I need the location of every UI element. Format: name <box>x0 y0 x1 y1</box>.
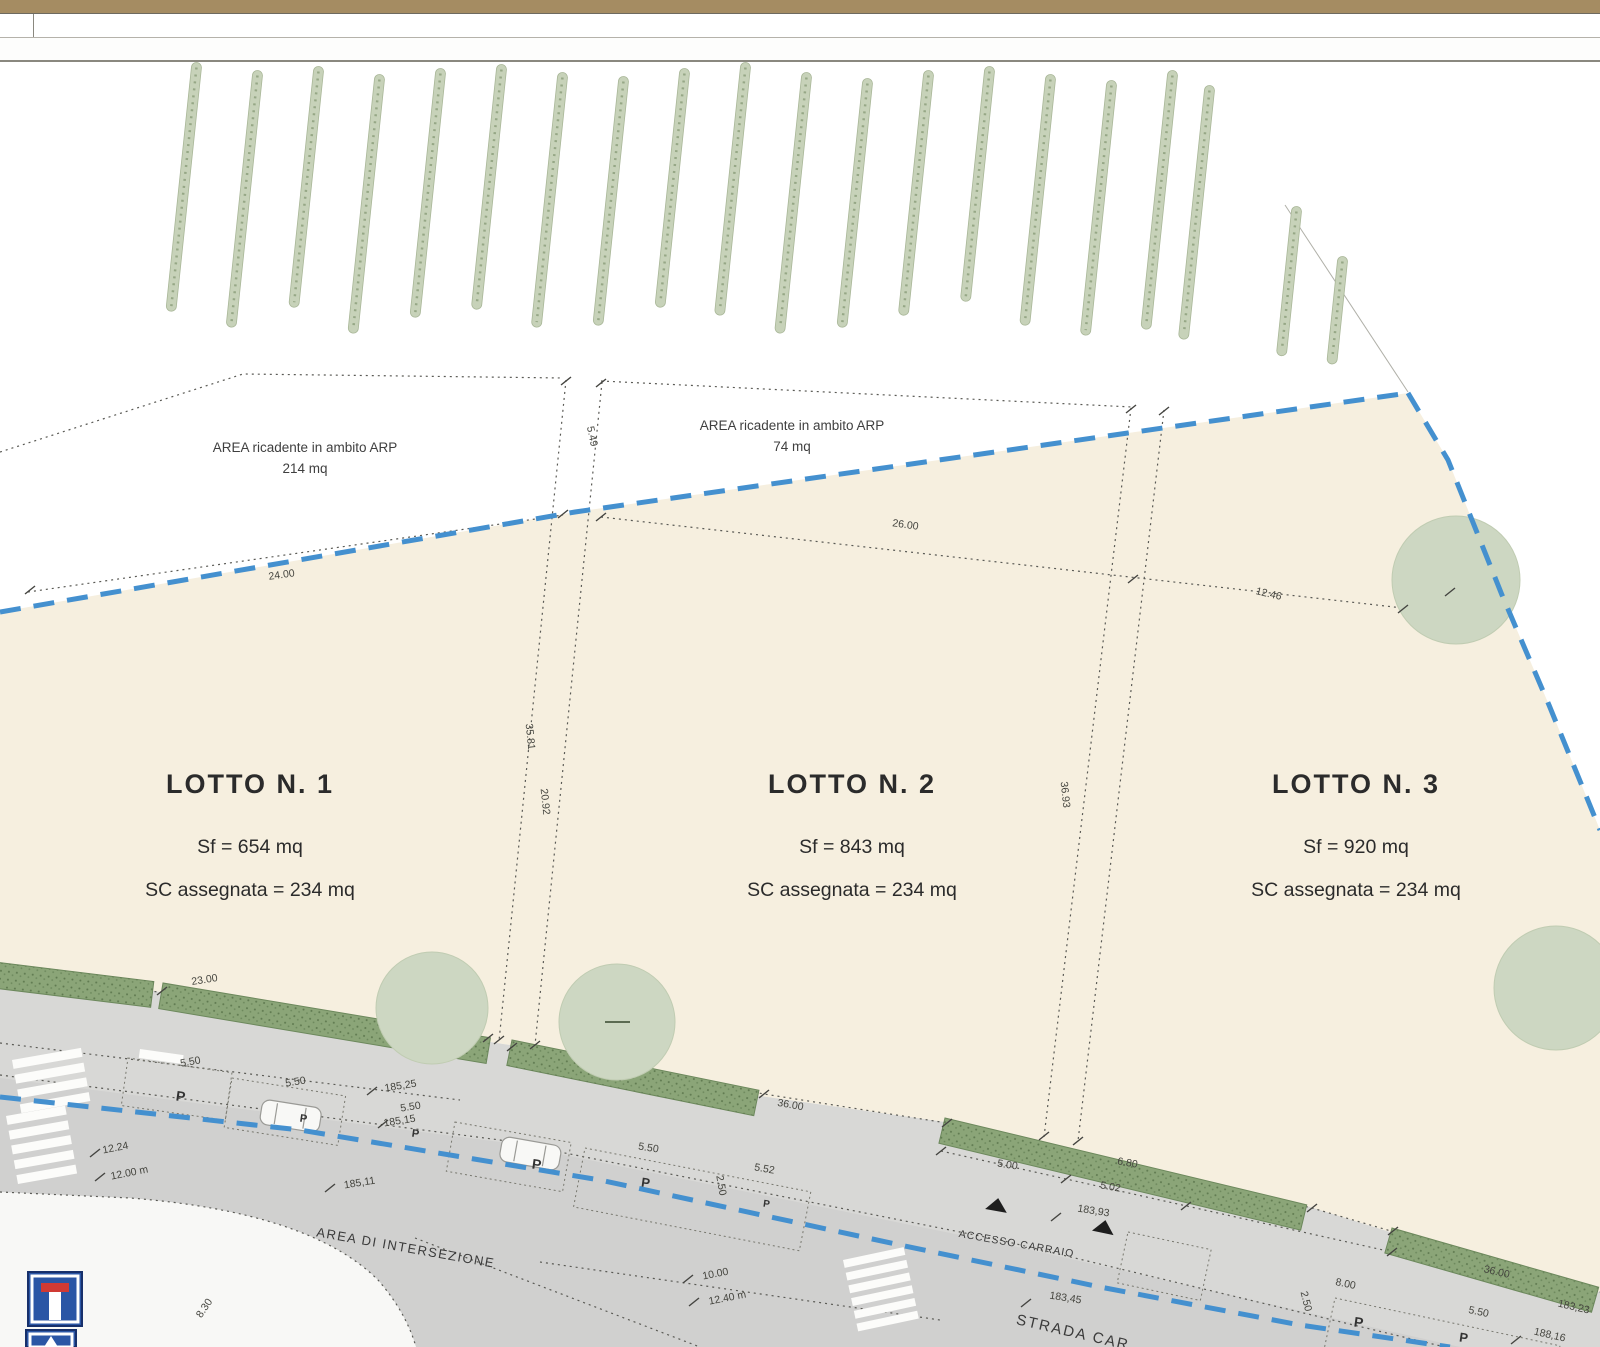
vegetation-strip <box>1020 74 1056 326</box>
dimension-tick <box>1126 405 1136 413</box>
vegetation-strip <box>837 78 873 328</box>
arp-area-value: 214 mq <box>282 461 327 476</box>
lot-sf-value: Sf = 654 mq <box>197 836 303 858</box>
vegetation-strip <box>1178 85 1215 340</box>
arp-area-label: AREA ricadente in ambito ARP <box>213 440 398 455</box>
vegetation-strip <box>348 74 385 334</box>
window-top-bar <box>0 0 1600 14</box>
vegetation-strip <box>289 66 324 308</box>
vegetation-strip <box>531 72 568 328</box>
lot-sc-value: SC assegnata = 234 mq <box>1251 879 1461 901</box>
dimension-tick <box>1159 407 1169 415</box>
lot-sc-value: SC assegnata = 234 mq <box>145 879 355 901</box>
dimension-tick <box>596 379 606 387</box>
lot-title: LOTTO N. 3 <box>1272 769 1440 799</box>
tree-canopy <box>376 952 488 1064</box>
sheet-header-strip <box>0 14 1600 38</box>
vegetation-strip <box>714 62 750 316</box>
parcel-side-line <box>1285 205 1408 392</box>
sheet-header-cell <box>0 14 34 37</box>
arp-area-outline <box>601 381 1132 407</box>
tree-canopy <box>1392 516 1520 644</box>
vegetation-strip <box>471 64 507 310</box>
arp-area-value: 74 mq <box>773 439 811 454</box>
vegetation-strip <box>898 70 934 316</box>
vegetation-strip <box>1327 256 1348 364</box>
dimension-label: 5.49 <box>584 425 600 448</box>
lot-title: LOTTO N. 2 <box>768 769 936 799</box>
vegetation-strip <box>1276 206 1302 356</box>
site-plan-drawing: AREA ricadente in ambito ARP 214 mq AREA r… <box>0 60 1600 1347</box>
vegetation-rows <box>166 62 1348 364</box>
sheet-subheader-strip <box>0 38 1600 62</box>
dimension-tick <box>25 586 35 594</box>
vegetation-strip <box>1141 70 1178 330</box>
vegetation-strip <box>655 68 690 308</box>
vegetation-strip <box>410 68 446 318</box>
drawing-viewer: AREA ricadente in ambito ARP 214 mq AREA r… <box>0 0 1600 1347</box>
one-way-road-sign-icon <box>26 1330 76 1347</box>
vegetation-strip <box>775 72 812 334</box>
vegetation-strip <box>1080 80 1117 336</box>
lot-sc-value: SC assegnata = 234 mq <box>747 879 957 901</box>
vegetation-strip <box>166 62 202 312</box>
lot-sf-value: Sf = 920 mq <box>1303 836 1409 858</box>
arp-area-label: AREA ricadente in ambito ARP <box>700 418 885 433</box>
dead-end-road-sign-icon <box>28 1272 82 1326</box>
vegetation-strip <box>593 76 629 326</box>
dimension-tick <box>561 377 571 385</box>
vegetation-strip <box>226 70 263 328</box>
vegetation-strip <box>960 66 995 302</box>
lot-sf-value: Sf = 843 mq <box>799 836 905 858</box>
lot-title: LOTTO N. 1 <box>166 769 334 799</box>
